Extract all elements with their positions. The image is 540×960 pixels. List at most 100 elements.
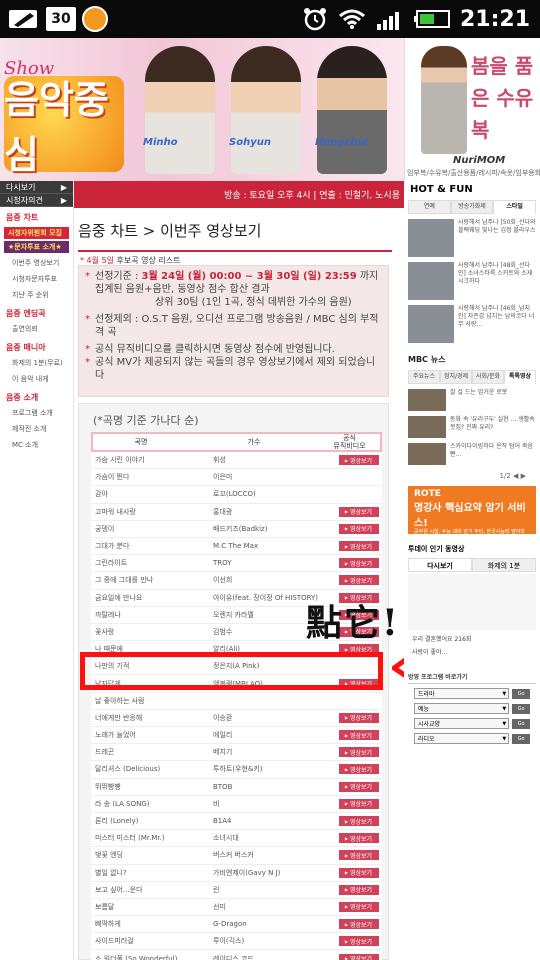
song-title[interactable]: 꽃사랑	[91, 627, 209, 637]
song-title[interactable]: 드레곤	[91, 747, 209, 757]
tab-hot-clip[interactable]: 화제의 1분	[472, 558, 536, 572]
watch-video-button[interactable]: 영상보기	[338, 558, 379, 569]
clock: 21:21	[459, 6, 530, 32]
song-title[interactable]: 가슴 시린 이야기	[91, 455, 209, 465]
program-select[interactable]: 시사교양	[414, 718, 510, 729]
song-title[interactable]: 달리셔스 (Delicious)	[91, 764, 209, 774]
song-title[interactable]: 너에게만 반응해	[91, 713, 209, 723]
watch-video-button[interactable]: 영상보기	[338, 798, 379, 809]
mbc-news-item[interactable]: 잘 걸 드는 엄거운 로봇	[408, 389, 536, 411]
watch-video-button[interactable]: 영상보기	[338, 541, 379, 552]
program-select[interactable]: 라디오	[414, 733, 510, 744]
watch-video-button[interactable]: 영상보기	[338, 781, 379, 792]
mbc-news-tab[interactable]: 톡톡영상	[504, 370, 536, 384]
table-row: 소 원더풀 (So Wonderful) 레이디스 코드 영상보기	[91, 950, 382, 960]
mbc-news-item[interactable]: 동화 속 '유리구두' 실현 ... 생활속 뭇집? 진짜 유리?	[408, 416, 536, 438]
watch-video-button[interactable]: 영상보기	[338, 455, 379, 466]
mbc-news-tab[interactable]: 주요뉴스	[408, 370, 440, 384]
hotfun-tab[interactable]: 스타일	[493, 200, 537, 214]
song-title[interactable]: 라 송 (LA SONG)	[91, 799, 209, 809]
program-select[interactable]: 예능	[414, 703, 510, 714]
popular-video-thumb[interactable]	[408, 574, 536, 630]
song-title[interactable]: 삐딱하게	[91, 919, 209, 929]
watch-video-button[interactable]: 영상보기	[338, 816, 379, 827]
sidebar-item-replay[interactable]: 시청자의견 ▶	[0, 194, 73, 207]
song-title[interactable]: 보고 싶어...운다	[91, 885, 209, 895]
watch-video-button[interactable]: 영상보기	[338, 884, 379, 895]
sidebar-link[interactable]: 제작진 소개	[0, 421, 73, 437]
watch-video-button[interactable]: 영상보기	[338, 936, 379, 947]
song-title[interactable]: 소 원더풀 (So Wonderful)	[91, 954, 209, 960]
maternity-ad[interactable]: 봄을 품은 수유복 NuriMOM 임부복/수유복/출산용품/레시피/속옷/임부…	[404, 38, 540, 181]
go-button[interactable]: Go	[512, 718, 530, 729]
watch-video-button[interactable]: 영상보기	[338, 919, 379, 930]
popular-video-title-2[interactable]: 사랑이 좋아...	[404, 645, 540, 658]
official-mv-cell: 영상보기	[335, 506, 382, 517]
sidebar-link[interactable]: 지난 주 순위	[0, 287, 73, 303]
watch-video-button[interactable]: 영상보기	[338, 833, 379, 844]
song-title[interactable]: 궁뎅이	[91, 524, 209, 534]
watch-video-button[interactable]: 영상보기	[338, 953, 379, 960]
song-title[interactable]: 고마워 내사랑	[91, 507, 209, 517]
song-title[interactable]: 사이드미러걸	[91, 936, 209, 946]
news-item[interactable]: 사랑해서 남주나 [50회_선다와 블랙웨딩 빛나는 김정 블라우스	[408, 219, 536, 257]
sidebar-link[interactable]: 출연의뢰	[0, 321, 73, 337]
program-select[interactable]: 드라마	[414, 688, 510, 699]
watch-video-button[interactable]: 영상보기	[338, 575, 379, 586]
sidebar-section-title[interactable]: 음중 엔딩곡	[0, 303, 73, 321]
song-title[interactable]: 금요일에 만나요	[91, 593, 209, 603]
song-title[interactable]: 그대가 분다	[91, 541, 209, 551]
sidebar-sms-vote-banner[interactable]: ★문자투표 소개★	[4, 241, 69, 253]
news-item[interactable]: 사랑해서 남주나 [46회_남지인] 자존감 넘치는 남의코디 너무 사랑...	[408, 305, 536, 343]
song-title[interactable]: 그린라이트	[91, 558, 209, 568]
watch-video-button[interactable]: 영상보기	[338, 867, 379, 878]
song-title[interactable]: 뛰뛰빵빵	[91, 782, 209, 792]
go-button[interactable]: Go	[512, 733, 530, 744]
sidebar-section-title[interactable]: 음중 차트	[0, 207, 73, 225]
sidebar-viewer-committee-banner[interactable]: 시청자위원회 모집	[4, 227, 69, 239]
song-title[interactable]: 벚꽃 엔딩	[91, 850, 209, 860]
watch-video-button[interactable]: 영상보기	[338, 506, 379, 517]
song-title[interactable]: 별일 없니?	[91, 868, 209, 878]
sidebar-link[interactable]: 시청자문자투표	[0, 271, 73, 287]
song-title[interactable]: 미스터 미스터 (Mr.Mr.)	[91, 833, 209, 843]
tab-replay[interactable]: 다시보기	[408, 558, 472, 572]
song-title[interactable]: 까탈레나	[91, 610, 209, 620]
go-button[interactable]: Go	[512, 703, 530, 714]
watch-video-button[interactable]: 영상보기	[338, 730, 379, 741]
table-row: 노래가 늘었어 에일리 영상보기	[91, 727, 382, 745]
sidebar-link[interactable]: 프로그램 소개	[0, 405, 73, 421]
song-title[interactable]: 그 중에 그대를 만나	[91, 575, 209, 585]
mbc-news-item[interactable]: 스카이다이빙하다 온작 텀어 죽음 빤...	[408, 443, 536, 465]
sidebar-link[interactable]: 이 음악 내게	[0, 371, 73, 387]
song-title[interactable]: 노래가 늘었어	[91, 730, 209, 740]
watch-video-button[interactable]: 영상보기	[338, 901, 379, 912]
song-title[interactable]: 론리 (Lonely)	[91, 816, 209, 826]
song-title[interactable]: 날 좋아하는 사람	[91, 696, 209, 706]
song-title[interactable]: 감아	[91, 489, 209, 499]
mbc-news-tab[interactable]: 사회/문화	[472, 370, 504, 384]
popular-video-title[interactable]: 우리 결혼했어요 216회	[404, 632, 540, 645]
watch-video-button[interactable]: 영상보기	[338, 712, 379, 723]
artist-name: B1A4	[213, 817, 232, 826]
music-core-logo[interactable]: 음악중심	[4, 76, 124, 177]
watch-video-button[interactable]: 영상보기	[338, 523, 379, 534]
hotfun-tab[interactable]: 방송가화제	[450, 200, 494, 214]
sidebar-link[interactable]: MC 소개	[0, 437, 73, 453]
song-title[interactable]: 보름달	[91, 902, 209, 912]
watch-video-button[interactable]: 영상보기	[338, 747, 379, 758]
watch-video-button[interactable]: 영상보기	[338, 764, 379, 775]
mbc-news-tab[interactable]: 정치/경제	[440, 370, 472, 384]
sidebar-item-replay[interactable]: 다시보기 ▶	[0, 181, 73, 194]
sidebar-section-title[interactable]: 음중 소개	[0, 387, 73, 405]
news-pager[interactable]: 1/2 ◀ ▶	[404, 470, 540, 484]
watch-video-button[interactable]: 영상보기	[338, 850, 379, 861]
go-button[interactable]: Go	[512, 688, 530, 699]
rote-ad[interactable]: ROTE 명강사 핵심요약 암기 서비스! 공무원 시험, 수능 대비 암기 부…	[408, 486, 536, 542]
song-title[interactable]: 가슴이 뛴다	[91, 472, 209, 482]
hotfun-tab[interactable]: 연예	[408, 200, 451, 214]
news-item[interactable]: 사랑해서 남주나 [48회_선다인] 소녀스타룩 스커트와 소재 시크하다	[408, 262, 536, 300]
sidebar-link[interactable]: 이번주 영상보기	[0, 255, 73, 271]
sidebar-link[interactable]: 화제의 1분(무료)	[0, 355, 73, 371]
sidebar-section-title[interactable]: 음중 매니아	[0, 337, 73, 355]
